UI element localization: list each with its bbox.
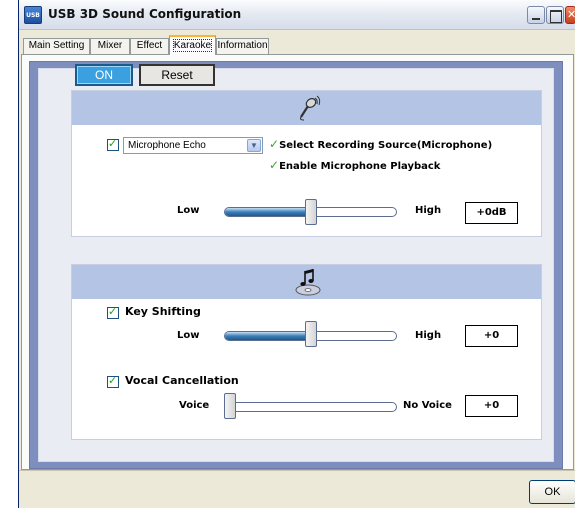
key-slider-min-label: Low [177, 330, 200, 341]
reset-button[interactable]: Reset [139, 64, 215, 86]
check-icon: ✓ [269, 137, 280, 151]
vocal-slider-min-label: Voice [179, 400, 210, 411]
usb-app-icon: USB [24, 6, 42, 24]
tab-label: Karaoke [172, 39, 213, 52]
key-shifting-slider-thumb[interactable] [304, 321, 317, 347]
on-button[interactable]: ON [75, 64, 133, 86]
microphone-icon [299, 95, 321, 121]
microphone-effect-select[interactable]: Microphone Echo ▼ [123, 137, 263, 154]
mic-level-slider-thumb[interactable] [304, 199, 317, 225]
tab-label: Information [217, 40, 268, 51]
vocal-cancellation-checkbox[interactable] [107, 374, 119, 388]
dialog-window: USB USB 3D Sound Configuration Main Sett… [18, 0, 575, 508]
vocal-cancellation-slider-thumb[interactable] [224, 393, 236, 419]
select-value: Microphone Echo [128, 140, 206, 151]
mic-level-value: +0dB [465, 202, 518, 224]
tab-main-setting[interactable]: Main Setting [23, 38, 90, 54]
enable-microphone-playback-option[interactable]: ✓Enable Microphone Playback [269, 158, 440, 172]
key-slider-max-label: High [415, 330, 442, 341]
tab-information[interactable]: Information [216, 38, 269, 54]
mic-slider-max-label: High [415, 205, 442, 216]
window-title: USB 3D Sound Configuration [48, 7, 242, 21]
microphone-group-header [72, 91, 541, 125]
minimize-button[interactable] [527, 6, 545, 24]
maximize-button[interactable] [546, 6, 564, 24]
select-recording-source-label: Select Recording Source(Microphone) [279, 140, 493, 151]
key-shifting-value: +0 [465, 325, 518, 347]
music-disc-icon [295, 269, 321, 296]
vocal-cancellation-value: +0 [465, 395, 518, 417]
select-recording-source-option[interactable]: ✓Select Recording Source(Microphone) [269, 137, 492, 151]
ok-button[interactable]: OK [529, 480, 575, 504]
tab-label: Mixer [97, 40, 123, 51]
tab-label: Main Setting [28, 40, 85, 51]
tab-label: Effect [136, 40, 163, 51]
vocal-cancellation-slider-track[interactable] [224, 402, 397, 412]
close-button[interactable] [565, 6, 575, 24]
enable-microphone-playback-label: Enable Microphone Playback [279, 161, 441, 172]
tab-effect[interactable]: Effect [130, 38, 169, 54]
chevron-down-icon[interactable]: ▼ [247, 139, 261, 152]
mic-slider-min-label: Low [177, 205, 200, 216]
tab-karaoke[interactable]: Karaoke [169, 35, 216, 55]
mic-level-slider-fill [225, 208, 311, 216]
check-icon: ✓ [269, 158, 280, 172]
title-bar[interactable]: USB USB 3D Sound Configuration [19, 0, 575, 30]
dialog-footer [19, 470, 575, 508]
key-shifting-slider-fill [225, 332, 311, 340]
vocal-slider-max-label: No Voice [403, 400, 452, 411]
key-shifting-label: Key Shifting [125, 305, 201, 318]
key-shifting-checkbox[interactable] [107, 305, 119, 319]
tab-mixer[interactable]: Mixer [90, 38, 130, 54]
microphone-enable-checkbox[interactable] [107, 137, 119, 151]
vocal-cancellation-label: Vocal Cancellation [125, 374, 239, 387]
music-group-header [72, 265, 541, 299]
